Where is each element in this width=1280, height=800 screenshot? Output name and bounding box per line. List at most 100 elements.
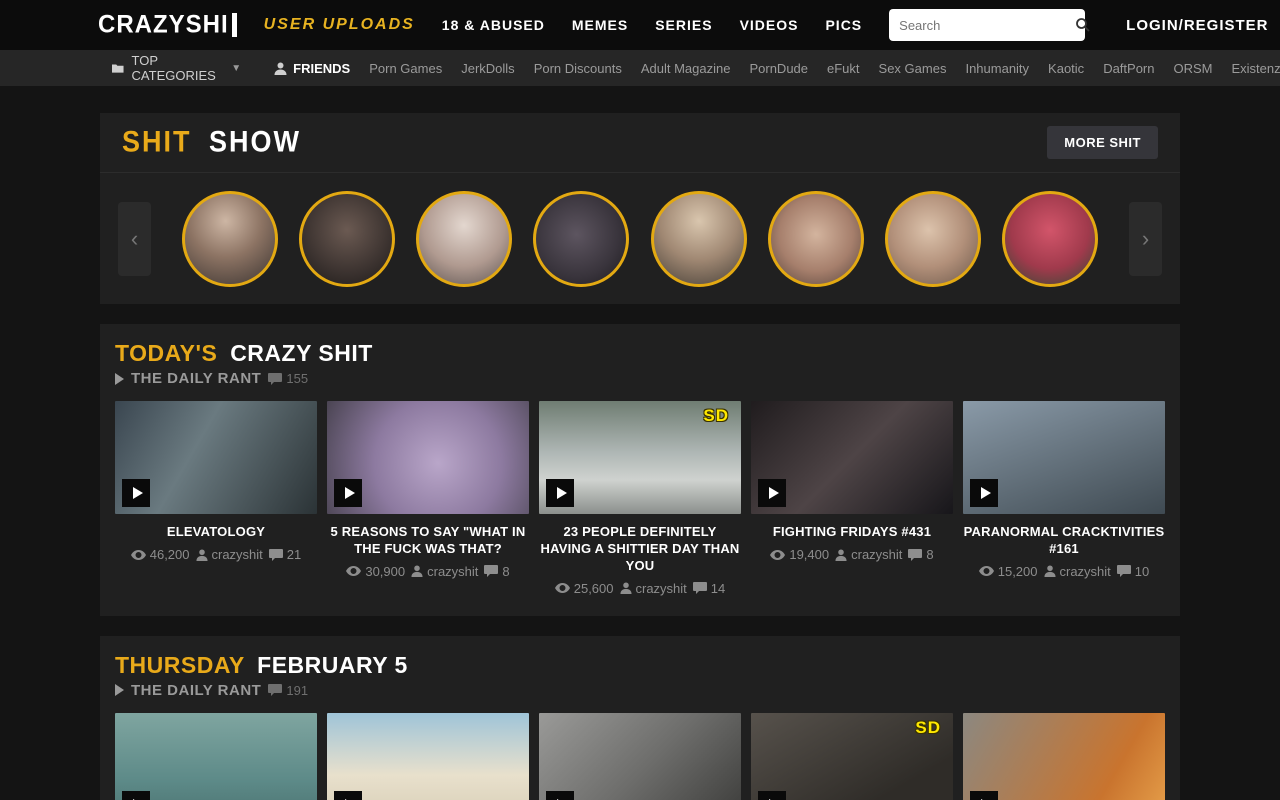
friend-link-existenz[interactable]: Existenz bbox=[1232, 61, 1280, 76]
shit-show-title-rest: SHOW bbox=[209, 126, 301, 158]
friend-link-daftporn[interactable]: DaftPorn bbox=[1103, 61, 1154, 76]
eye-icon bbox=[346, 566, 361, 576]
eye-icon bbox=[555, 583, 570, 593]
top-categories-dropdown[interactable]: TOP CATEGORIES ▼ bbox=[112, 53, 241, 83]
person-icon bbox=[835, 549, 847, 561]
video-author[interactable]: crazyshit bbox=[851, 547, 902, 562]
play-triangle-icon bbox=[115, 684, 124, 696]
site-logo[interactable]: CRAZYSHI bbox=[98, 11, 237, 39]
friend-link-efukt[interactable]: eFukt bbox=[827, 61, 860, 76]
nav-pics[interactable]: PICS bbox=[825, 17, 862, 33]
video-title[interactable]: ELEVATOLOGY bbox=[115, 524, 317, 541]
play-button[interactable] bbox=[122, 479, 150, 507]
play-button[interactable] bbox=[970, 791, 998, 800]
play-button[interactable] bbox=[758, 791, 786, 800]
friend-link-adult-magazine[interactable]: Adult Magazine bbox=[641, 61, 731, 76]
friend-link-orsm[interactable]: ORSM bbox=[1174, 61, 1213, 76]
video-author[interactable]: crazyshit bbox=[636, 581, 687, 596]
chevron-down-icon: ▼ bbox=[231, 63, 241, 74]
play-button[interactable] bbox=[546, 479, 574, 507]
carousel-next-button[interactable]: › bbox=[1129, 202, 1162, 276]
avatar[interactable] bbox=[651, 191, 747, 287]
video-title[interactable]: 5 REASONS TO SAY "WHAT IN THE FUCK WAS T… bbox=[327, 524, 529, 558]
top-categories-label: TOP CATEGORIES bbox=[132, 53, 220, 83]
video-thumbnail[interactable] bbox=[963, 713, 1165, 800]
play-button[interactable] bbox=[334, 479, 362, 507]
video-author[interactable]: crazyshit bbox=[427, 564, 478, 579]
video-meta: 25,600 crazyshit 14 bbox=[539, 581, 741, 596]
nav-18-abused[interactable]: 18 & ABUSED bbox=[442, 17, 545, 33]
section-title-rest: FEBRUARY 5 bbox=[257, 652, 408, 678]
friends-label: FRIENDS bbox=[293, 61, 350, 76]
site-logo-text: CRAZYSHI bbox=[98, 10, 229, 39]
play-button[interactable] bbox=[334, 791, 362, 800]
video-card: SD bbox=[751, 713, 953, 800]
video-meta: 15,200 crazyshit 10 bbox=[963, 564, 1165, 579]
avatar[interactable] bbox=[299, 191, 395, 287]
avatar[interactable] bbox=[182, 191, 278, 287]
friend-link-porn-discounts[interactable]: Porn Discounts bbox=[534, 61, 622, 76]
login-register-link[interactable]: LOGIN/REGISTER bbox=[1126, 17, 1268, 34]
video-thumbnail[interactable] bbox=[963, 401, 1165, 514]
avatar[interactable] bbox=[533, 191, 629, 287]
video-thumbnail[interactable] bbox=[327, 401, 529, 514]
rant-comment-count: 155 bbox=[268, 371, 308, 386]
more-shit-button[interactable]: MORE SHIT bbox=[1047, 126, 1158, 159]
daily-rant-row: THE DAILY RANT 191 bbox=[115, 682, 1165, 699]
play-button[interactable] bbox=[758, 479, 786, 507]
play-button[interactable] bbox=[546, 791, 574, 800]
video-thumbnail[interactable] bbox=[751, 401, 953, 514]
video-card-row: ELEVATOLOGY 46,200 crazyshit 21 5 REASON… bbox=[115, 401, 1165, 596]
play-triangle-icon bbox=[115, 373, 124, 385]
video-thumbnail[interactable] bbox=[115, 713, 317, 800]
nav-videos[interactable]: VIDEOS bbox=[740, 17, 799, 33]
comment-count: 14 bbox=[711, 581, 725, 596]
video-title[interactable]: FIGHTING FRIDAYS #431 bbox=[751, 524, 953, 541]
friend-link-jerkdolls[interactable]: JerkDolls bbox=[461, 61, 514, 76]
friend-link-porndude[interactable]: PornDude bbox=[749, 61, 808, 76]
video-thumbnail[interactable] bbox=[539, 713, 741, 800]
comment-icon bbox=[268, 373, 282, 385]
section-title: TODAY'S CRAZY SHIT bbox=[115, 340, 1165, 367]
friend-link-porn-games[interactable]: Porn Games bbox=[369, 61, 442, 76]
friends-label-item[interactable]: FRIENDS bbox=[274, 61, 350, 76]
avatar[interactable] bbox=[1002, 191, 1098, 287]
search-input[interactable] bbox=[899, 18, 1075, 33]
video-author[interactable]: crazyshit bbox=[1060, 564, 1111, 579]
view-count: 30,900 bbox=[365, 564, 405, 579]
video-title[interactable]: 23 PEOPLE DEFINITELY HAVING A SHITTIER D… bbox=[539, 524, 741, 575]
nav-series[interactable]: SERIES bbox=[655, 17, 712, 33]
nav-user-uploads[interactable]: USER UPLOADS bbox=[264, 16, 415, 34]
search-icon[interactable] bbox=[1075, 17, 1091, 33]
todays-crazy-shit-section: TODAY'S CRAZY SHIT THE DAILY RANT 155 EL… bbox=[100, 324, 1180, 616]
carousel-prev-button[interactable]: ‹ bbox=[118, 202, 151, 276]
video-card bbox=[115, 713, 317, 800]
comment-icon bbox=[1117, 565, 1131, 577]
video-meta: 19,400 crazyshit 8 bbox=[751, 547, 953, 562]
video-card: FIGHTING FRIDAYS #431 19,400 crazyshit 8 bbox=[751, 401, 953, 596]
nav-memes[interactable]: MEMES bbox=[572, 17, 628, 33]
friend-link-inhumanity[interactable]: Inhumanity bbox=[965, 61, 1029, 76]
video-thumbnail[interactable] bbox=[327, 713, 529, 800]
avatar-list bbox=[161, 191, 1119, 287]
friend-link-kaotic[interactable]: Kaotic bbox=[1048, 61, 1084, 76]
video-thumbnail[interactable]: SD bbox=[751, 713, 953, 800]
daily-rant-link[interactable]: THE DAILY RANT bbox=[131, 682, 261, 699]
play-button[interactable] bbox=[970, 479, 998, 507]
video-author[interactable]: crazyshit bbox=[212, 547, 263, 562]
video-thumbnail[interactable] bbox=[115, 401, 317, 514]
play-icon bbox=[557, 487, 567, 499]
view-count: 46,200 bbox=[150, 547, 190, 562]
daily-rant-link[interactable]: THE DAILY RANT bbox=[131, 370, 261, 387]
view-count: 19,400 bbox=[789, 547, 829, 562]
avatar[interactable] bbox=[885, 191, 981, 287]
secondary-navigation-bar: TOP CATEGORIES ▼ FRIENDS Porn Games Jerk… bbox=[0, 50, 1280, 86]
section-title-accent: THURSDAY bbox=[115, 652, 244, 678]
video-thumbnail[interactable]: SD bbox=[539, 401, 741, 514]
avatar[interactable] bbox=[416, 191, 512, 287]
folder-icon bbox=[112, 62, 124, 74]
play-button[interactable] bbox=[122, 791, 150, 800]
video-title[interactable]: PARANORMAL CRACKTIVITIES #161 bbox=[963, 524, 1165, 558]
friend-link-sex-games[interactable]: Sex Games bbox=[879, 61, 947, 76]
avatar[interactable] bbox=[768, 191, 864, 287]
